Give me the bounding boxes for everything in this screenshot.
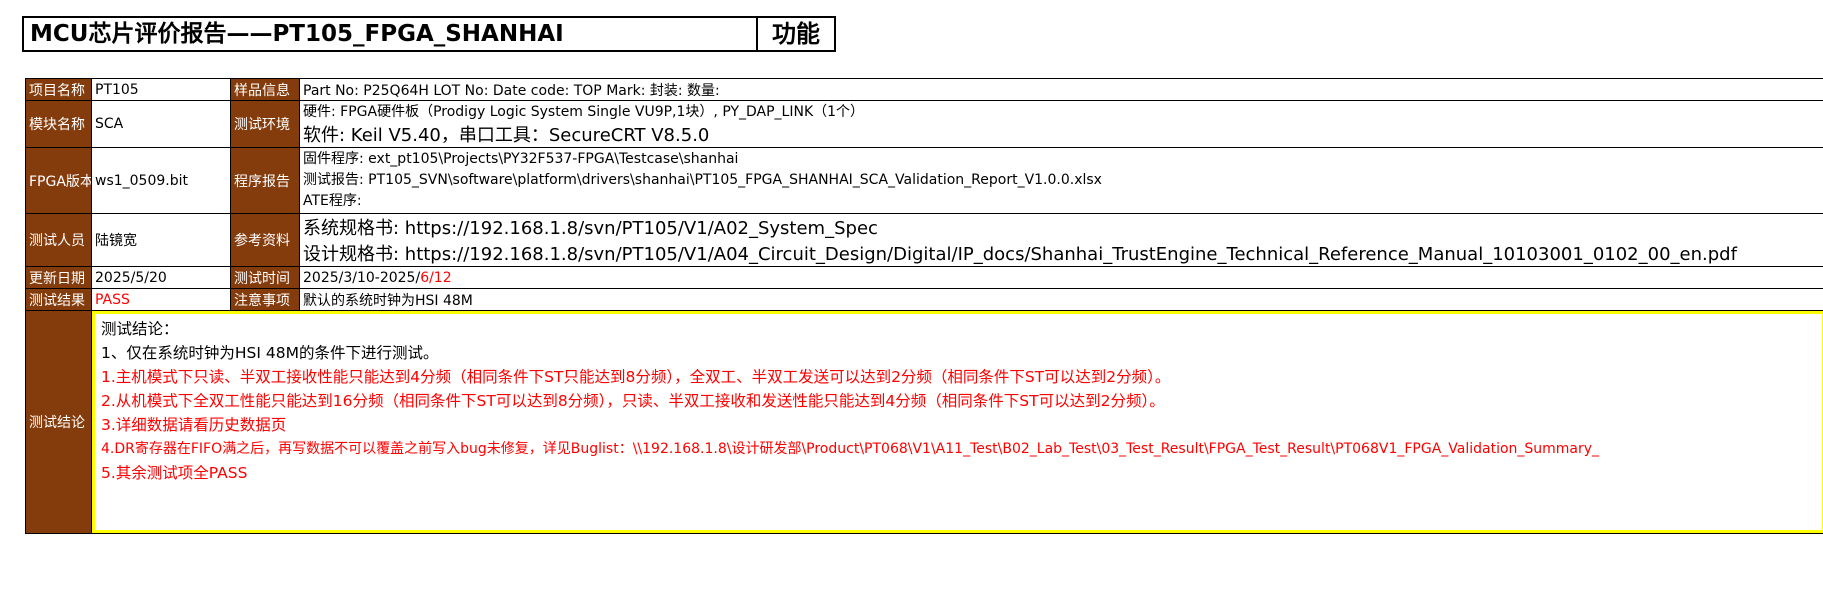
- system-spec-link[interactable]: 系统规格书: https://192.168.1.8/svn/PT105/V1/…: [303, 215, 1822, 241]
- program-report-label: 程序报告: [230, 147, 300, 214]
- notes-value[interactable]: 默认的系统时钟为HSI 48M: [299, 288, 1823, 311]
- conclusion-item: 1.主机模式下只读、半双工接收性能只能达到4分频（相同条件下ST只能达到8分频）…: [101, 368, 1171, 386]
- update-date-label: 更新日期: [25, 266, 92, 289]
- conclusion-item: 3.详细数据请看历史数据页: [101, 416, 287, 434]
- tester-label: 测试人员: [25, 213, 92, 267]
- module-name-label: 模块名称: [25, 100, 92, 148]
- table-row: 项目名称 PT105 样品信息 Part No: P25Q64H LOT No:…: [25, 78, 1823, 101]
- report-category: 功能: [772, 20, 820, 48]
- fpga-version-label: FPGA版本: [25, 147, 92, 214]
- project-name-value[interactable]: PT105: [91, 78, 231, 101]
- table-row: FPGA版本 ws1_0509.bit 程序报告 固件程序: ext_pt105…: [25, 147, 1823, 214]
- tester-value[interactable]: 陆镜宽: [91, 213, 231, 267]
- conclusion-label: 测试结论: [25, 310, 92, 534]
- conclusion-cell[interactable]: 测试结论： 1、仅在系统时钟为HSI 48M的条件下进行测试。 1.主机模式下只…: [91, 310, 1823, 534]
- program-report-value[interactable]: 固件程序: ext_pt105\Projects\PY32F537-FPGA\T…: [299, 147, 1823, 214]
- table-row: 测试结论 测试结论： 1、仅在系统时钟为HSI 48M的条件下进行测试。 1.主…: [25, 310, 1823, 534]
- reference-value[interactable]: 系统规格书: https://192.168.1.8/svn/PT105/V1/…: [299, 213, 1823, 267]
- table-row: 模块名称 SCA 测试环境 硬件: FPGA硬件板（Prodigy Logic …: [25, 100, 1823, 148]
- test-result-value[interactable]: PASS: [91, 288, 231, 311]
- project-name-label: 项目名称: [25, 78, 92, 101]
- test-env-label: 测试环境: [230, 100, 300, 148]
- test-time-end: 6/12: [420, 269, 452, 286]
- table-row: 测试人员 陆镜宽 参考资料 系统规格书: https://192.168.1.8…: [25, 213, 1823, 267]
- test-env-software: 软件: Keil V5.40，串口工具：SecureCRT V8.5.0: [303, 125, 710, 146]
- conclusion-heading: 测试结论：: [101, 320, 179, 338]
- report-title: MCU芯片评价报告——PT105_FPGA_SHANHAI: [24, 18, 758, 50]
- test-time-start: 2025/3/10-2025/: [303, 269, 421, 286]
- conclusion-item: 2.从机模式下全双工性能只能达到16分频（相同条件下ST可以达到8分频），只读、…: [101, 392, 1165, 410]
- test-time-label: 测试时间: [230, 266, 300, 289]
- design-spec-link[interactable]: 设计规格书: https://192.168.1.8/svn/PT105/V1/…: [303, 240, 1822, 266]
- firmware-path: 固件程序: ext_pt105\Projects\PY32F537-FPGA\T…: [303, 151, 739, 167]
- test-env-value[interactable]: 硬件: FPGA硬件板（Prodigy Logic System Single …: [299, 100, 1823, 148]
- test-result-label: 测试结果: [25, 288, 92, 311]
- test-report-path: 测试报告: PT105_SVN\software\platform\driver…: [303, 172, 1102, 188]
- conclusion-item: 4.DR寄存器在FIFO满之后，再写数据不可以覆盖之前写入bug未修复，详见Bu…: [101, 441, 1600, 457]
- reference-label: 参考资料: [230, 213, 300, 267]
- conclusion-item: 1、仅在系统时钟为HSI 48M的条件下进行测试。: [101, 344, 439, 362]
- conclusion-box: 测试结论： 1、仅在系统时钟为HSI 48M的条件下进行测试。 1.主机模式下只…: [92, 311, 1823, 533]
- table-row: 测试结果 PASS 注意事项 默认的系统时钟为HSI 48M: [25, 288, 1823, 311]
- test-env-hardware: 硬件: FPGA硬件板（Prodigy Logic System Single …: [303, 104, 865, 120]
- ate-program: ATE程序:: [303, 193, 362, 209]
- notes-label: 注意事项: [230, 288, 300, 311]
- report-table: 项目名称 PT105 样品信息 Part No: P25Q64H LOT No:…: [25, 78, 1823, 534]
- sample-info-label: 样品信息: [230, 78, 300, 101]
- table-row: 更新日期 2025/5/20 测试时间 2025/3/10-2025/6/12: [25, 266, 1823, 289]
- update-date-value[interactable]: 2025/5/20: [91, 266, 231, 289]
- test-time-value[interactable]: 2025/3/10-2025/6/12: [299, 266, 1823, 289]
- conclusion-item: 5.其余测试项全PASS: [101, 464, 248, 482]
- fpga-version-value[interactable]: ws1_0509.bit: [91, 147, 231, 214]
- report-title-box: MCU芯片评价报告——PT105_FPGA_SHANHAI 功能: [22, 16, 836, 52]
- sample-info-value[interactable]: Part No: P25Q64H LOT No: Date code: TOP …: [299, 78, 1823, 101]
- module-name-value[interactable]: SCA: [91, 100, 231, 148]
